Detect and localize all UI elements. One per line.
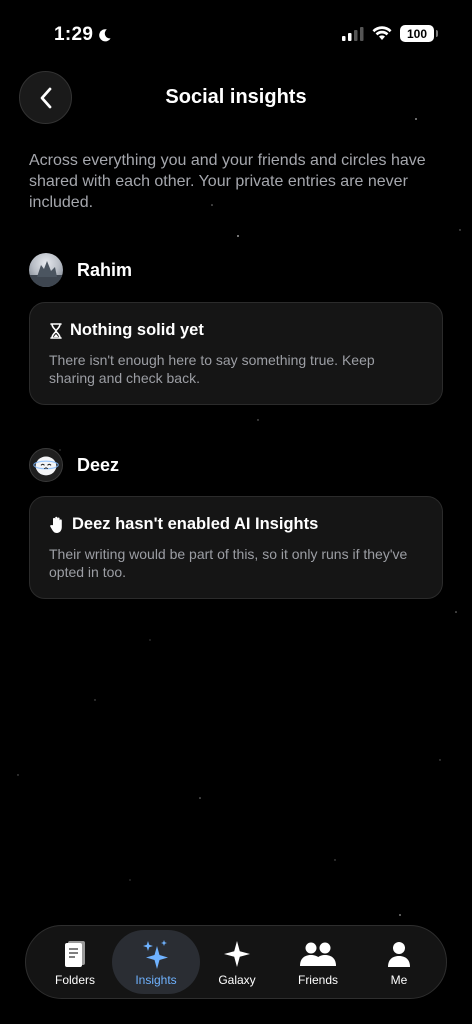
avatar-photo — [29, 261, 63, 287]
wifi-icon — [372, 26, 392, 40]
person-name: Deez — [77, 454, 120, 475]
person-icon — [388, 942, 410, 967]
sparkles-icon — [143, 940, 168, 969]
card-title: Deez hasn't enabled AI Insights — [72, 515, 319, 533]
avatar — [29, 448, 63, 482]
notebook-icon — [65, 941, 85, 967]
card-body: Their writing would be part of this, so … — [49, 546, 408, 580]
time-text: 1:29 — [54, 24, 94, 45]
people-icon — [300, 942, 336, 966]
page-title: Social insights — [165, 86, 307, 108]
person-header-rahim[interactable]: Rahim — [29, 253, 132, 287]
status-bar: 1:29 100 — [0, 0, 472, 60]
avatar — [29, 253, 63, 287]
intro-text: Across everything you and your friends a… — [29, 152, 426, 211]
person-header-deez[interactable]: Deez — [29, 448, 119, 482]
cellular-signal-icon — [342, 26, 364, 41]
tab-folders[interactable]: Folders — [31, 930, 119, 994]
battery-level: 100 — [406, 26, 428, 41]
tab-galaxy[interactable]: Galaxy — [193, 930, 281, 994]
moon-icon — [99, 28, 111, 41]
insight-card-rahim: Nothing solid yet There isn't enough her… — [29, 302, 443, 405]
star-icon — [224, 941, 250, 967]
insight-card-deez: Deez hasn't enabled AI Insights Their wr… — [29, 496, 443, 599]
card-body: There isn't enough here to say something… — [49, 352, 375, 386]
battery-icon: 100 — [400, 25, 438, 42]
status-time: 1:29 — [54, 24, 112, 46]
card-title: Nothing solid yet — [70, 321, 204, 339]
tab-friends[interactable]: Friends — [274, 930, 362, 994]
person-name: Rahim — [77, 259, 133, 280]
bottom-tab-bar: Folders Insights Galaxy Friends Me — [25, 925, 447, 999]
status-indicators: 100 — [342, 25, 438, 42]
nav-header: Social insights — [0, 70, 472, 126]
tab-insights[interactable]: Insights — [112, 930, 200, 994]
raised-hand-icon — [50, 516, 62, 533]
hourglass-icon — [50, 322, 62, 339]
tab-me[interactable]: Me — [355, 930, 443, 994]
avatar-character — [33, 456, 59, 476]
